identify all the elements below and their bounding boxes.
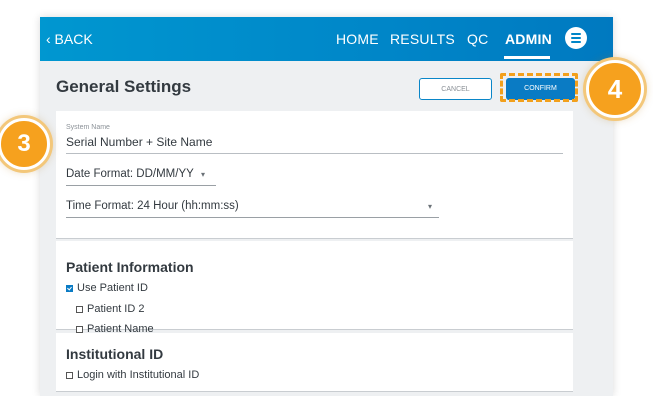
nav-qc[interactable]: QC: [467, 31, 488, 47]
nav-home[interactable]: HOME: [336, 31, 379, 47]
date-format-underline: [66, 185, 216, 186]
menu-icon[interactable]: [565, 27, 587, 49]
patient-id-2-checkbox[interactable]: Patient ID 2: [76, 303, 144, 315]
patient-info-panel: Patient Information Use Patient ID Patie…: [56, 241, 573, 335]
menu-bar: [571, 37, 581, 39]
date-format-select[interactable]: Date Format: DD/MM/YY: [66, 168, 194, 180]
back-link[interactable]: ‹ BACK: [46, 31, 93, 47]
page-title: General Settings: [56, 77, 192, 96]
checkbox-label: Login with Institutional ID: [77, 369, 200, 381]
menu-bar: [571, 33, 581, 35]
login-institutional-id-checkbox[interactable]: Login with Institutional ID: [66, 369, 199, 381]
top-nav-bar: ‹ BACK HOME RESULTS QC ADMIN: [40, 17, 613, 61]
nav-results[interactable]: RESULTS: [390, 31, 455, 47]
checkbox-checked-icon: [66, 284, 73, 292]
chevron-down-icon: ▾: [428, 202, 433, 211]
step-3-callout: 3: [0, 118, 50, 170]
time-format-underline: [66, 217, 439, 218]
institutional-id-panel: Institutional ID Login with Institutiona…: [56, 333, 573, 392]
checkbox-label: Use Patient ID: [77, 282, 148, 294]
system-name-underline: [66, 153, 563, 154]
system-settings-panel: System Name Serial Number + Site Name Da…: [56, 111, 573, 239]
patient-info-title: Patient Information: [66, 259, 194, 275]
system-name-label: System Name: [66, 124, 110, 131]
checkbox-icon: [66, 371, 73, 379]
app-window: ‹ BACK HOME RESULTS QC ADMIN General Set…: [40, 17, 613, 396]
step-4-callout: 4: [586, 60, 644, 118]
use-patient-id-checkbox[interactable]: Use Patient ID: [66, 282, 148, 294]
confirm-highlight: [500, 73, 578, 102]
checkbox-icon: [76, 325, 83, 333]
time-format-select[interactable]: Time Format: 24 Hour (hh:mm:ss): [66, 200, 239, 212]
cancel-button[interactable]: CANCEL: [419, 78, 492, 100]
system-name-field[interactable]: Serial Number + Site Name: [66, 135, 212, 149]
institutional-id-title: Institutional ID: [66, 346, 164, 362]
active-tab-indicator: [504, 56, 550, 59]
checkbox-icon: [76, 305, 83, 313]
menu-bar: [571, 41, 581, 43]
chevron-down-icon: ▾: [201, 170, 206, 179]
nav-admin[interactable]: ADMIN: [505, 31, 552, 47]
checkbox-label: Patient ID 2: [87, 303, 145, 315]
